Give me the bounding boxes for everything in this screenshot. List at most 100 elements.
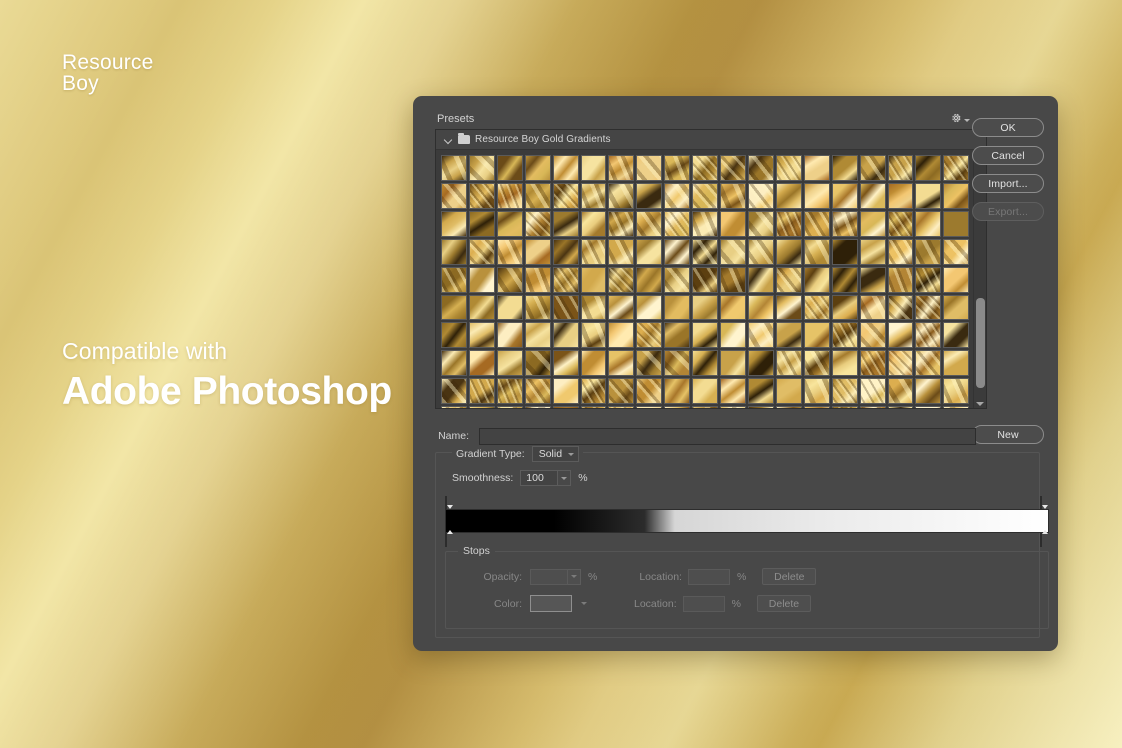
gradient-swatch[interactable] bbox=[468, 155, 495, 181]
gradient-swatch[interactable] bbox=[720, 155, 746, 181]
gradient-swatch[interactable] bbox=[859, 210, 886, 237]
opacity-stop-start[interactable] bbox=[445, 496, 454, 510]
gradient-swatch[interactable] bbox=[831, 350, 858, 377]
gradient-swatch[interactable] bbox=[831, 322, 858, 349]
gradient-swatch[interactable] bbox=[524, 350, 551, 377]
gradient-swatch[interactable] bbox=[441, 322, 467, 349]
gradient-swatch[interactable] bbox=[915, 322, 942, 349]
gradient-swatch[interactable] bbox=[803, 182, 830, 209]
gradient-swatch[interactable] bbox=[664, 266, 691, 293]
gradient-swatch[interactable] bbox=[468, 294, 495, 321]
gradient-swatch[interactable] bbox=[441, 350, 467, 377]
gradient-swatch[interactable] bbox=[580, 155, 607, 181]
gradient-swatch[interactable] bbox=[468, 266, 495, 293]
gradient-swatch[interactable] bbox=[441, 294, 467, 321]
export-button[interactable]: Export... bbox=[972, 202, 1044, 221]
gradient-swatch-grid[interactable] bbox=[436, 150, 973, 408]
gradient-swatch[interactable] bbox=[524, 238, 551, 265]
gradient-swatch[interactable] bbox=[859, 350, 886, 377]
gradient-swatch[interactable] bbox=[441, 238, 467, 265]
gradient-swatch[interactable] bbox=[859, 266, 886, 293]
gradient-swatch[interactable] bbox=[468, 378, 495, 405]
gradient-swatch[interactable] bbox=[496, 322, 523, 349]
gradient-swatch[interactable] bbox=[496, 182, 523, 209]
gradient-swatch[interactable] bbox=[441, 210, 467, 237]
gradient-swatch[interactable] bbox=[692, 350, 719, 377]
opacity-stop-end[interactable] bbox=[1040, 496, 1049, 510]
gradient-swatch[interactable] bbox=[664, 406, 691, 408]
gradient-swatch[interactable] bbox=[775, 322, 802, 349]
preset-folder-row[interactable]: Resource Boy Gold Gradients bbox=[436, 130, 986, 150]
gradient-swatch[interactable] bbox=[747, 182, 774, 209]
gradient-swatch[interactable] bbox=[468, 322, 495, 349]
gradient-swatch[interactable] bbox=[747, 406, 774, 408]
gradient-swatch[interactable] bbox=[636, 378, 663, 405]
gradient-swatch[interactable] bbox=[664, 294, 691, 321]
gradient-swatch[interactable] bbox=[692, 266, 719, 293]
gradient-swatch[interactable] bbox=[524, 406, 551, 408]
import-button[interactable]: Import... bbox=[972, 174, 1044, 193]
gradient-swatch[interactable] bbox=[747, 238, 774, 265]
gradient-swatch[interactable] bbox=[943, 406, 970, 408]
gradient-swatch[interactable] bbox=[803, 322, 830, 349]
gradient-swatch[interactable] bbox=[496, 378, 523, 405]
gradient-swatch[interactable] bbox=[692, 322, 719, 349]
gradient-swatch[interactable] bbox=[803, 378, 830, 405]
scroll-down-arrow-icon[interactable] bbox=[976, 402, 984, 406]
gradient-swatch[interactable] bbox=[720, 210, 746, 237]
chevron-down-icon[interactable] bbox=[581, 602, 587, 605]
gradient-swatch[interactable] bbox=[831, 155, 858, 181]
gradient-swatch[interactable] bbox=[775, 266, 802, 293]
gradient-swatch[interactable] bbox=[608, 406, 635, 408]
gradient-swatch[interactable] bbox=[915, 378, 942, 405]
gradient-swatch[interactable] bbox=[943, 182, 970, 209]
gradient-type-select[interactable]: Solid bbox=[531, 446, 580, 462]
gradient-swatch[interactable] bbox=[720, 182, 746, 209]
gradient-swatch[interactable] bbox=[915, 266, 942, 293]
gradient-swatch[interactable] bbox=[887, 266, 914, 293]
gradient-swatch[interactable] bbox=[524, 266, 551, 293]
gradient-swatch[interactable] bbox=[943, 155, 970, 181]
gradient-swatch[interactable] bbox=[915, 210, 942, 237]
gradient-swatch[interactable] bbox=[580, 350, 607, 377]
gradient-swatch[interactable] bbox=[859, 238, 886, 265]
opacity-stepper[interactable] bbox=[568, 568, 581, 585]
gradient-swatch[interactable] bbox=[664, 155, 691, 181]
gradient-swatch[interactable] bbox=[524, 182, 551, 209]
gradient-swatch[interactable] bbox=[441, 378, 467, 405]
gradient-swatch[interactable] bbox=[468, 350, 495, 377]
gradient-swatch[interactable] bbox=[552, 378, 579, 405]
gradient-swatch[interactable] bbox=[608, 155, 635, 181]
gradient-swatch[interactable] bbox=[524, 210, 551, 237]
gradient-swatch[interactable] bbox=[747, 266, 774, 293]
gradient-swatch[interactable] bbox=[692, 155, 719, 181]
gradient-swatch[interactable] bbox=[636, 210, 663, 237]
gradient-swatch[interactable] bbox=[943, 210, 970, 237]
gradient-swatch[interactable] bbox=[775, 350, 802, 377]
gradient-swatch[interactable] bbox=[692, 406, 719, 408]
gradient-swatch[interactable] bbox=[441, 406, 467, 408]
gradient-swatch[interactable] bbox=[636, 294, 663, 321]
gradient-swatch[interactable] bbox=[524, 155, 551, 181]
name-input[interactable] bbox=[479, 427, 976, 445]
gradient-swatch[interactable] bbox=[915, 294, 942, 321]
gradient-swatch[interactable] bbox=[608, 210, 635, 237]
gradient-swatch[interactable] bbox=[608, 182, 635, 209]
gradient-swatch[interactable] bbox=[943, 378, 970, 405]
gradient-swatch[interactable] bbox=[636, 322, 663, 349]
gradient-swatch[interactable] bbox=[580, 182, 607, 209]
gradient-swatch[interactable] bbox=[775, 238, 802, 265]
gradient-swatch[interactable] bbox=[859, 155, 886, 181]
gradient-swatch[interactable] bbox=[831, 378, 858, 405]
gradient-swatch[interactable] bbox=[803, 155, 830, 181]
gradient-swatch[interactable] bbox=[496, 155, 523, 181]
gradient-swatch[interactable] bbox=[803, 238, 830, 265]
gradient-swatch[interactable] bbox=[664, 182, 691, 209]
gradient-swatch[interactable] bbox=[552, 238, 579, 265]
gradient-swatch[interactable] bbox=[524, 294, 551, 321]
gradient-swatch[interactable] bbox=[747, 322, 774, 349]
gradient-swatch[interactable] bbox=[887, 182, 914, 209]
color-stop-end[interactable] bbox=[1040, 530, 1049, 547]
gradient-swatch[interactable] bbox=[720, 294, 746, 321]
gradient-swatch[interactable] bbox=[580, 266, 607, 293]
